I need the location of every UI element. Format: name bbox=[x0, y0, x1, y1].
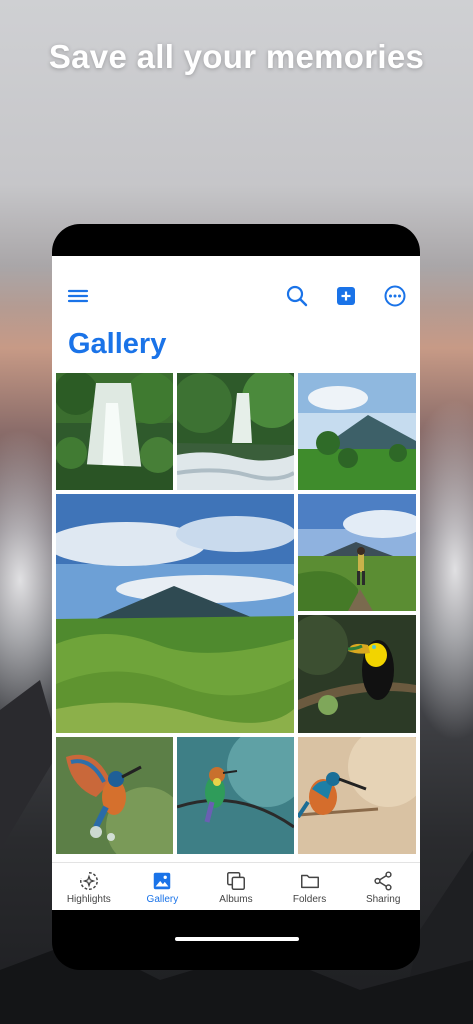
sparkle-circle-icon bbox=[79, 872, 98, 890]
hamburger-icon[interactable] bbox=[66, 284, 90, 308]
folder-icon bbox=[300, 874, 319, 889]
more-horizontal-circle-icon[interactable] bbox=[383, 284, 407, 308]
nav-highlights[interactable]: Highlights bbox=[52, 863, 126, 910]
nav-label: Highlights bbox=[66, 894, 111, 905]
share-icon bbox=[374, 871, 392, 891]
nav-label: Folders bbox=[292, 894, 327, 905]
photo-toucan[interactable] bbox=[298, 615, 416, 733]
photo-river-cascade[interactable] bbox=[177, 373, 294, 490]
page-title: Gallery bbox=[68, 328, 167, 360]
search-icon[interactable] bbox=[285, 284, 309, 308]
albums-stack-icon bbox=[227, 872, 245, 890]
photo-kingfisher-perched[interactable] bbox=[298, 737, 416, 854]
bottom-nav: Highlights Gallery Albums Folders Sharin… bbox=[52, 862, 420, 910]
photo-bee-eater[interactable] bbox=[177, 737, 294, 854]
nav-label: Sharing bbox=[365, 894, 401, 905]
nav-label: Albums bbox=[219, 894, 253, 905]
image-icon bbox=[154, 872, 171, 890]
nav-gallery[interactable]: Gallery bbox=[126, 863, 200, 910]
nav-label: Gallery bbox=[146, 894, 179, 905]
photo-volcano-green-hills[interactable] bbox=[56, 494, 294, 733]
toolbar bbox=[52, 256, 420, 330]
plus-square-icon[interactable] bbox=[334, 284, 358, 308]
nav-sharing[interactable]: Sharing bbox=[346, 863, 420, 910]
nav-folders[interactable]: Folders bbox=[273, 863, 347, 910]
photo-waterfall[interactable] bbox=[56, 373, 173, 490]
nav-albums[interactable]: Albums bbox=[199, 863, 273, 910]
photo-volcano-meadow[interactable] bbox=[298, 373, 416, 490]
phone-frame: Gallery Highlights Gallery Albums Folder… bbox=[52, 224, 420, 970]
home-indicator bbox=[175, 937, 299, 941]
headline: Save all your memories bbox=[48, 38, 425, 75]
photo-kingfisher-splash[interactable] bbox=[56, 737, 173, 854]
photo-hiker-volcano[interactable] bbox=[298, 494, 416, 611]
app-screen: Gallery Highlights Gallery Albums Folder… bbox=[52, 256, 420, 910]
